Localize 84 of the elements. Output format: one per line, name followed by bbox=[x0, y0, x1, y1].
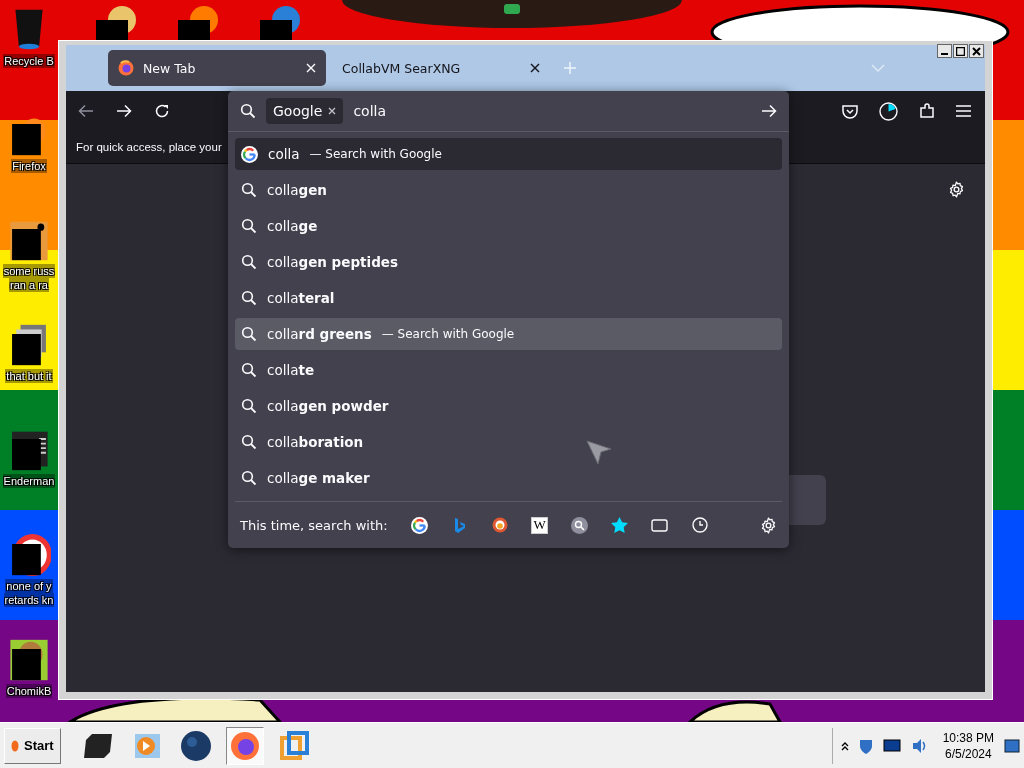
close-icon[interactable] bbox=[530, 63, 540, 73]
duck-icon bbox=[491, 517, 508, 533]
back-icon[interactable] bbox=[78, 104, 94, 118]
suggestion-row[interactable]: collagen powder bbox=[235, 390, 782, 422]
suggestion-row[interactable]: collate bbox=[235, 354, 782, 386]
search-icon bbox=[241, 218, 257, 234]
speaker-icon[interactable] bbox=[910, 737, 927, 754]
puzzle-icon[interactable] bbox=[919, 102, 935, 120]
suggestion-text: collateral bbox=[267, 290, 335, 306]
close-icon bbox=[972, 46, 981, 56]
engine-chip[interactable]: Google bbox=[266, 98, 344, 124]
search-icon bbox=[241, 398, 257, 414]
search-icon bbox=[241, 182, 257, 198]
search-icon bbox=[241, 470, 257, 486]
suggestion-text: collaboration bbox=[267, 434, 364, 450]
account-icon[interactable] bbox=[879, 101, 898, 121]
clock-icon bbox=[691, 517, 708, 533]
suggestion-text: collagen bbox=[267, 182, 327, 198]
browser-tab[interactable]: New Tab bbox=[108, 50, 326, 86]
address-field[interactable]: colla bbox=[353, 103, 751, 119]
suggestion-action: — Search with Google bbox=[309, 147, 442, 161]
browser-tab[interactable]: CollabVM SearXNG bbox=[332, 50, 550, 86]
desktop-icon-label: Firefox bbox=[11, 159, 47, 173]
suggestion-row[interactable]: collage bbox=[235, 210, 782, 242]
chevron-up-icon[interactable] bbox=[840, 740, 849, 751]
star-icon bbox=[611, 517, 629, 533]
one-off-label: This time, search with: bbox=[240, 517, 388, 533]
suggestion-row[interactable]: collard greens — Search with Google bbox=[235, 318, 782, 350]
desktop-icon-label: retards kn bbox=[3, 593, 55, 607]
search-icon bbox=[241, 362, 257, 378]
fox-icon bbox=[118, 60, 134, 76]
suggestion-text: collard greens bbox=[267, 326, 372, 342]
suggestion-text: collagen peptides bbox=[267, 254, 399, 270]
go-arrow-icon[interactable] bbox=[761, 104, 777, 118]
shield-icon[interactable] bbox=[858, 737, 873, 754]
desktop-icon-label: Enderman bbox=[2, 474, 56, 488]
desktop-icon-label: ChomikB bbox=[5, 684, 53, 698]
suggestion-action: — Search with Google bbox=[381, 327, 515, 341]
minimize-button[interactable] bbox=[937, 44, 952, 58]
suggestion-row[interactable]: collaboration bbox=[235, 426, 782, 458]
menu-icon[interactable] bbox=[956, 105, 971, 117]
search-icon bbox=[241, 434, 257, 450]
suggestion-row[interactable]: collateral bbox=[235, 282, 782, 314]
google-icon bbox=[241, 145, 258, 163]
search-icon bbox=[571, 516, 589, 534]
clock-time: 10:38 PM bbox=[942, 729, 994, 746]
desktop-icon-label: some russ bbox=[2, 264, 56, 278]
pocket-icon[interactable] bbox=[842, 103, 858, 119]
search-icon bbox=[241, 290, 257, 306]
suggestion-row[interactable]: colla — Search with Google bbox=[235, 138, 782, 170]
start-button[interactable]: Start bbox=[4, 727, 61, 764]
cursor-icon bbox=[586, 440, 612, 466]
desktop-icon[interactable] bbox=[7, 638, 51, 682]
settings-icon[interactable] bbox=[948, 181, 965, 198]
settings-icon[interactable] bbox=[760, 516, 777, 534]
suggestion-text: collage maker bbox=[267, 470, 370, 486]
maximize-button[interactable] bbox=[953, 44, 968, 58]
desktop-icon-label: none of y bbox=[5, 579, 53, 593]
forward-icon[interactable] bbox=[116, 104, 132, 118]
suggestion-row[interactable]: collagen peptides bbox=[235, 246, 782, 278]
search-icon bbox=[241, 254, 257, 270]
close-button[interactable] bbox=[969, 44, 984, 58]
desktop-icon-label: Recycle B bbox=[3, 54, 55, 68]
reload-icon[interactable] bbox=[154, 103, 170, 119]
search-icon bbox=[240, 103, 256, 119]
suggestion-text: colla bbox=[268, 146, 300, 162]
suggestion-row[interactable]: collage maker bbox=[235, 462, 782, 494]
clock-date: 6/5/2024 bbox=[944, 745, 992, 762]
suggestion-text: collate bbox=[267, 362, 315, 378]
bing-icon bbox=[453, 516, 466, 534]
suggestion-text: collage bbox=[267, 218, 318, 234]
wikipedia-engine-button[interactable]: W bbox=[519, 516, 560, 534]
search-icon bbox=[241, 326, 257, 342]
monitor-icon[interactable] bbox=[882, 738, 901, 753]
bookmarks-hint: For quick access, place your bbox=[76, 141, 222, 153]
google-icon bbox=[411, 516, 429, 534]
tab-icon bbox=[651, 518, 669, 532]
desktop-icon-label: ran a ra bbox=[9, 278, 49, 292]
suggestion-text: collagen powder bbox=[267, 398, 389, 414]
desktop-icon-label: that but it bbox=[5, 369, 53, 383]
suggestion-row[interactable]: collagen bbox=[235, 174, 782, 206]
start-icon bbox=[11, 739, 19, 752]
maximize-icon bbox=[956, 46, 965, 56]
show-desktop-icon[interactable] bbox=[1004, 738, 1020, 753]
